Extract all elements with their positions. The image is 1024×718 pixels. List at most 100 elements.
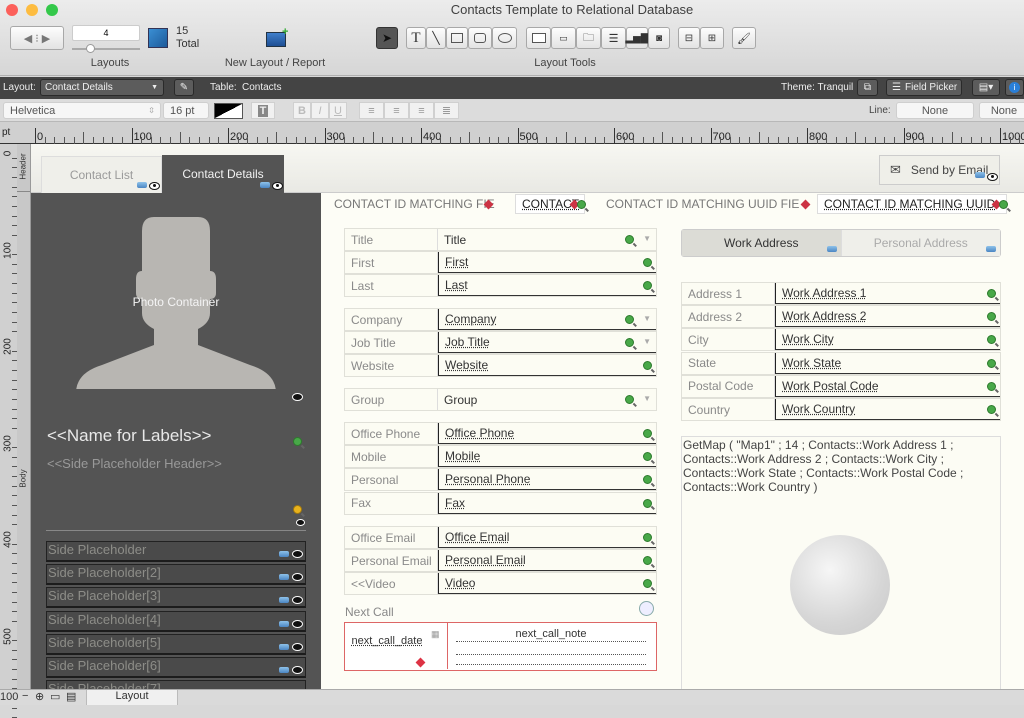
side-placeholder-item[interactable]: Side Placeholder[3] [46, 587, 306, 609]
format-painter-tool[interactable]: 🖌 [732, 27, 756, 49]
layout-slider-thumb[interactable] [86, 44, 95, 53]
pointer-tool[interactable]: ➤ [376, 27, 398, 49]
line-width-select[interactable]: None [896, 102, 974, 119]
line-tool[interactable]: ╲ [426, 27, 446, 49]
dropdown-arrow-icon[interactable]: ▼ [643, 337, 651, 346]
ruler-minor-tick [874, 137, 876, 144]
layout-slider[interactable] [72, 48, 140, 50]
field-picker-button[interactable]: ☰ Field Picker [886, 79, 962, 96]
side-placeholder-item[interactable]: Side Placeholder[7] [46, 680, 306, 689]
field-value[interactable]: Last [438, 275, 656, 297]
side-placeholder-header[interactable]: <<Side Placeholder Header>> [47, 456, 222, 471]
send-email-button[interactable]: ✉ Send by Email [879, 155, 1000, 185]
align-right-button[interactable]: ≡ [409, 102, 434, 119]
field-value-text: Work City [782, 332, 834, 347]
inspector-button[interactable]: i [1005, 79, 1024, 96]
ruler-minor-tick [749, 137, 751, 144]
underline-button[interactable]: U [329, 102, 347, 119]
field-value[interactable]: Website [438, 355, 656, 377]
rectangle-tool[interactable] [446, 27, 468, 49]
field-value[interactable]: First [438, 252, 656, 274]
next-call-date-field[interactable]: next_call_date [351, 635, 423, 648]
form-row: Mobile Mobile [344, 445, 657, 469]
field-value[interactable]: Work City [775, 329, 1000, 351]
add-record-icon[interactable] [639, 601, 654, 616]
theme-button[interactable]: ⧉ [857, 79, 878, 96]
layout-navigator-button[interactable]: ◀ ⁝ ▶ [10, 26, 64, 50]
justify-button[interactable]: ≣ [434, 102, 459, 119]
field-value[interactable]: Title ▼ [438, 229, 656, 250]
oval-tool[interactable] [492, 27, 517, 49]
show-status-toolbar-button[interactable]: ▭ [50, 690, 60, 703]
side-placeholder-item[interactable]: Side Placeholder[6] [46, 657, 306, 678]
side-placeholder-item[interactable]: Side Placeholder[4] [46, 610, 306, 632]
header-part-tab[interactable]: Header [17, 144, 30, 192]
field-value[interactable]: Company ▼ [438, 309, 656, 330]
field-value[interactable]: Personal Phone [438, 469, 656, 491]
tab-label: Contact Details [182, 167, 264, 181]
field-value[interactable]: Office Email [438, 527, 656, 548]
name-for-labels[interactable]: <<Name for Labels>> [47, 426, 211, 446]
field-value[interactable]: Video [438, 573, 656, 595]
field-value[interactable]: Mobile [438, 446, 656, 468]
field-value[interactable]: Group ▼ [438, 389, 656, 410]
dropdown-arrow-icon[interactable]: ▼ [643, 394, 651, 403]
chart-tool[interactable]: ▂▅▇ [625, 27, 649, 49]
tab-work-address[interactable]: Work Address [682, 230, 841, 256]
field-value[interactable]: Job Title ▼ [438, 332, 656, 354]
field-value[interactable]: Personal Email [438, 550, 656, 572]
web-viewer-tool[interactable]: ◙ [648, 27, 670, 49]
layout-select[interactable]: Contact Details ▼ [40, 79, 164, 96]
next-call-note-field[interactable]: next_call_note [456, 628, 646, 640]
photo-container-label[interactable]: Photo Container [31, 295, 321, 309]
line-pattern-select[interactable]: None [979, 102, 1024, 119]
field-value[interactable]: Work Address 2 [775, 306, 1000, 328]
side-placeholder-item[interactable]: Side Placeholder [46, 541, 306, 562]
tab-personal-address[interactable]: Personal Address [840, 230, 1000, 256]
insert-field-picker-tool[interactable]: ⊞ [700, 27, 724, 49]
view-options-button[interactable]: ▤▾ [972, 79, 1000, 96]
tab-contact-details[interactable]: Contact Details [162, 155, 284, 193]
field-value[interactable]: Work Address 1 [775, 283, 1000, 304]
field-value[interactable]: Work State [775, 352, 1000, 374]
align-left-button[interactable]: ≡ [359, 102, 384, 119]
field-value[interactable]: Office Phone [438, 423, 656, 444]
side-placeholder-text: Side Placeholder[6] [48, 658, 161, 673]
map-web-viewer[interactable]: GetMap ( "Map1" ; 14 ; Contacts::Work Ad… [681, 436, 1001, 689]
field-value[interactable]: Work Country [775, 399, 1000, 420]
text-color-swatch[interactable] [214, 103, 243, 119]
dropdown-arrow-icon[interactable]: ▼ [643, 314, 651, 323]
text-tool[interactable]: T [406, 27, 426, 49]
insert-part-tool[interactable]: ⊟ [678, 27, 700, 49]
ruler-tick-label: 100 [2, 241, 14, 259]
side-placeholder-item[interactable]: Side Placeholder[2] [46, 564, 306, 586]
edit-layout-button[interactable]: ✎ [174, 79, 194, 96]
bold-button[interactable]: B [293, 102, 311, 119]
field-tool[interactable] [526, 27, 551, 49]
calendar-icon[interactable]: ▦ [431, 629, 440, 640]
layout-number-input[interactable] [72, 25, 140, 41]
ruler-tick-label: 800 [809, 131, 828, 143]
zoom-out-button[interactable]: − [22, 690, 28, 702]
side-placeholder-item[interactable]: Side Placeholder[5] [46, 633, 306, 655]
tab-contact-list[interactable]: Contact List [41, 156, 162, 193]
contact-id-field[interactable]: CONTACT ID MATCHING UUID [817, 194, 1007, 214]
font-size-select[interactable]: 16 pt [163, 102, 209, 119]
portal-tool[interactable]: ☰ [601, 27, 626, 49]
zoom-level[interactable]: 100 [0, 691, 18, 703]
tab-control-tool[interactable]: 🗀 [576, 27, 601, 49]
field-value[interactable]: Fax [438, 492, 656, 514]
rounded-rectangle-tool[interactable] [468, 27, 492, 49]
text-style-button[interactable]: T [251, 102, 275, 119]
italic-button[interactable]: I [311, 102, 329, 119]
field-value[interactable]: Work Postal Code [775, 375, 1000, 397]
mode-popup[interactable]: Layout [86, 690, 178, 705]
zoom-in-button[interactable]: ⊕ [35, 690, 44, 703]
ruler-minor-tick [662, 132, 664, 144]
font-select[interactable]: Helvetica ⇳ [3, 102, 161, 119]
magnifier-icon [643, 452, 652, 462]
dropdown-arrow-icon[interactable]: ▼ [643, 234, 651, 243]
align-center-button[interactable]: ≡ [384, 102, 409, 119]
show-formatting-bar-button[interactable]: ▤ [66, 690, 76, 703]
button-tool[interactable]: ▭ [551, 27, 576, 49]
